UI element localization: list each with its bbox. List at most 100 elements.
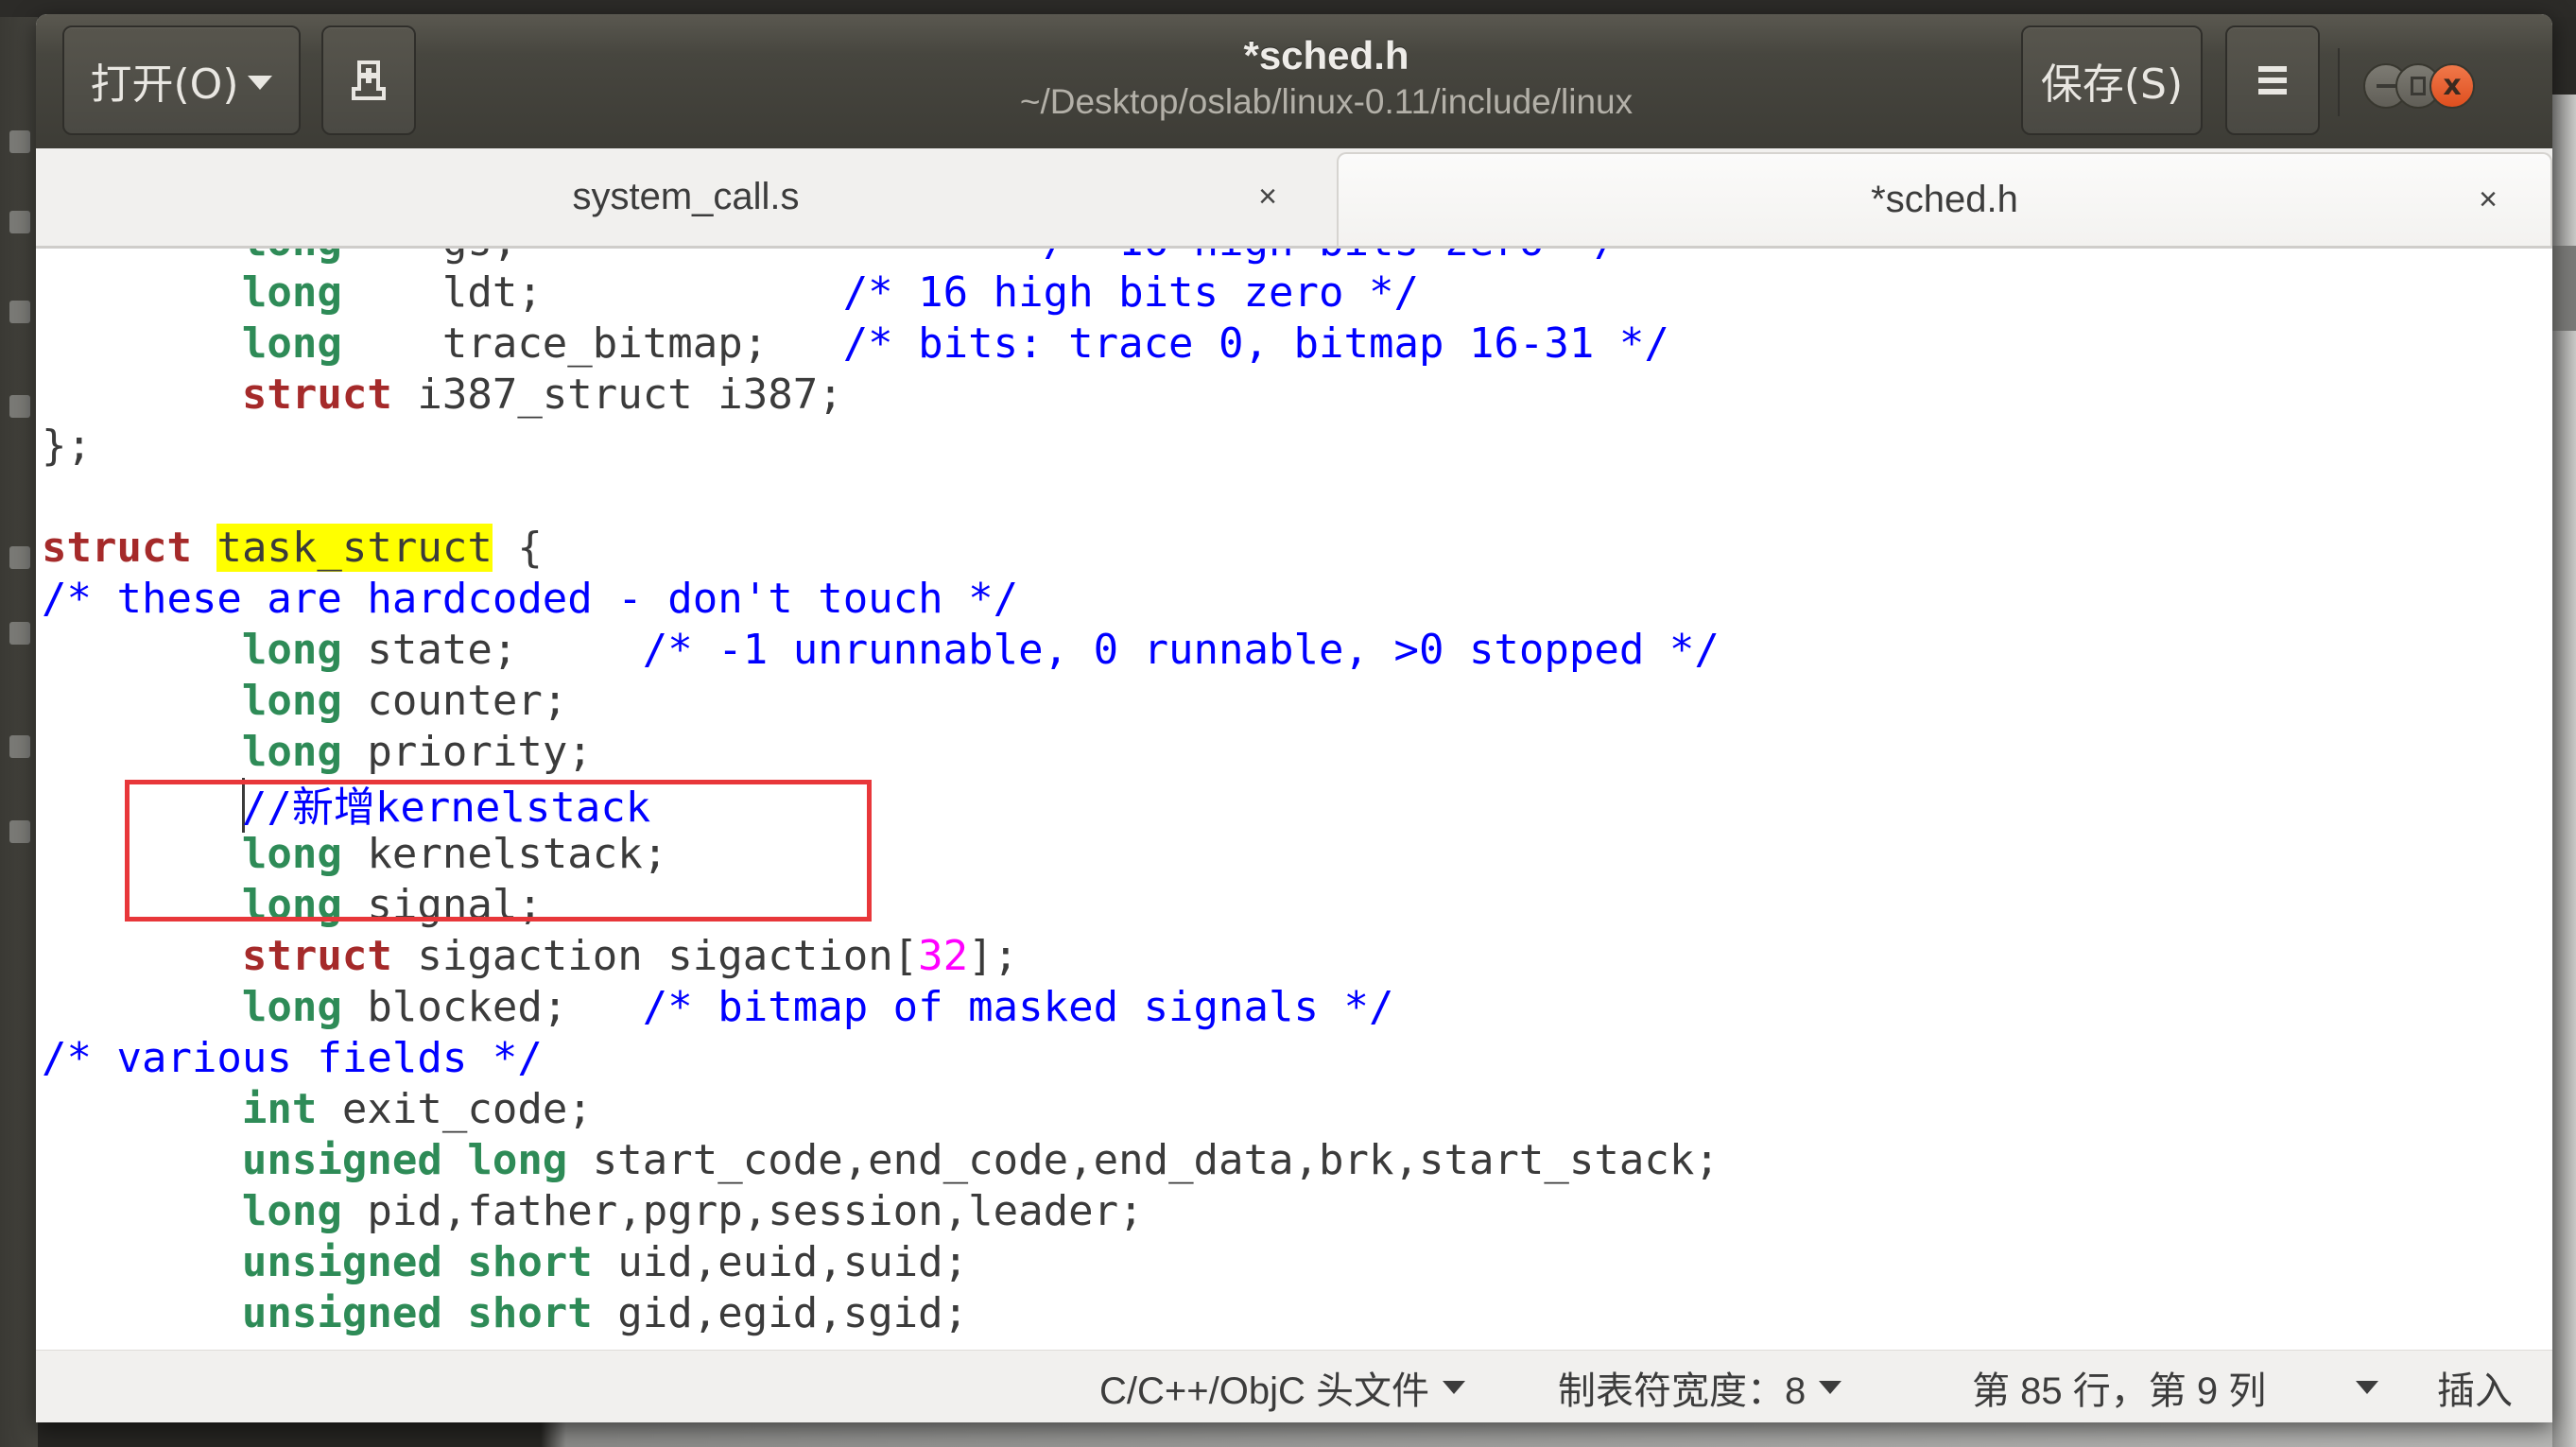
code-line[interactable]: long ldt; /* 16 high bits zero */: [42, 267, 1720, 319]
code-line[interactable]: long priority;: [42, 727, 1720, 778]
code-line[interactable]: long counter;: [42, 676, 1720, 727]
code-comment: /* bits: trace 0, bitmap 16-31 */: [842, 319, 1669, 368]
code-line[interactable]: /* these are hardcoded - don't touch */: [42, 574, 1720, 625]
code-line[interactable]: long blocked; /* bitmap of masked signal…: [42, 982, 1720, 1033]
dock-icon[interactable]: [9, 301, 30, 323]
background-window-edge: [2552, 95, 2576, 1447]
dock-icon[interactable]: [9, 211, 30, 233]
menu-button[interactable]: [2225, 26, 2320, 135]
code-token: blocked;: [341, 983, 643, 1031]
minimize-icon: [2377, 84, 2395, 88]
chevron-down-icon: [2356, 1380, 2378, 1394]
code-line[interactable]: long signal;: [42, 880, 1720, 931]
code-line[interactable]: long trace_bitmap; /* bits: trace 0, bit…: [42, 319, 1720, 370]
dock-icon[interactable]: [9, 735, 30, 758]
code-line[interactable]: unsigned short uid,euid,suid;: [42, 1237, 1720, 1288]
code-line[interactable]: unsigned long start_code,end_code,end_da…: [42, 1135, 1720, 1186]
code-text[interactable]: long gs; /* 16 high bits zero */ long ld…: [42, 249, 1720, 1339]
chevron-down-icon: [1442, 1380, 1465, 1394]
status-bar: C/C++/ObjC 头文件 制表符宽度：8 第 85 行，第 9 列 插入: [36, 1350, 2552, 1422]
tab-bar: system_call.s × *sched.h ×: [36, 148, 2552, 249]
open-label: 打开(O): [90, 60, 239, 109]
code-line[interactable]: //新增kernelstack: [42, 778, 1720, 833]
code-line[interactable]: struct i387_struct i387;: [42, 370, 1720, 421]
code-line[interactable]: long kernelstack;: [42, 829, 1720, 880]
dock-icon[interactable]: [9, 622, 30, 645]
tab-width-label: 制表符宽度：8: [1558, 1369, 1807, 1412]
tab-sched-h[interactable]: *sched.h ×: [1337, 152, 2552, 246]
desktop-bottom-edge: [38, 1422, 2552, 1447]
code-token: exit_code;: [317, 1085, 593, 1133]
code-keyword: long: [241, 830, 342, 878]
code-token: counter;: [341, 677, 568, 725]
dock-icon[interactable]: [9, 546, 30, 569]
save-button[interactable]: 保存(S): [2021, 26, 2203, 135]
code-keyword: long: [241, 1187, 342, 1235]
dock-icon[interactable]: [9, 395, 30, 418]
code-comment: /* these are hardcoded - don't touch */: [42, 575, 1019, 623]
code-token: gs;: [342, 249, 1044, 266]
code-keyword: struct: [42, 524, 192, 572]
code-token: };: [42, 422, 92, 470]
code-line[interactable]: [42, 472, 1720, 523]
code-keyword: struct: [241, 932, 392, 980]
code-keyword: long: [241, 626, 342, 674]
code-line[interactable]: };: [42, 421, 1720, 472]
tab-close-icon[interactable]: ×: [1258, 179, 1277, 215]
tab-label: *sched.h: [1871, 179, 2018, 220]
launcher-dock: [0, 17, 38, 1447]
language-selector[interactable]: C/C++/ObjC 头文件: [1099, 1351, 1465, 1422]
insert-mode-label: 插入: [2437, 1369, 2513, 1412]
code-line[interactable]: int exit_code;: [42, 1084, 1720, 1135]
code-token: uid,euid,suid;: [592, 1238, 969, 1286]
code-keyword: long: [241, 268, 342, 317]
maximize-icon: [2411, 77, 2426, 95]
code-line[interactable]: struct sigaction sigaction[32];: [42, 931, 1720, 982]
code-token: sigaction sigaction[: [391, 932, 919, 980]
header-separator: [2338, 48, 2340, 116]
insert-mode-indicator[interactable]: 插入: [2437, 1351, 2513, 1422]
code-comment: /* various fields */: [42, 1034, 543, 1082]
cursor-position[interactable]: 第 85 行，第 9 列: [1972, 1351, 2266, 1422]
code-token: kernelstack;: [341, 830, 668, 878]
code-keyword: struct: [241, 370, 392, 419]
code-keyword: long: [241, 728, 342, 776]
chevron-down-icon: [1819, 1380, 1842, 1394]
new-document-button[interactable]: [321, 26, 416, 135]
tab-close-icon[interactable]: ×: [2479, 181, 2498, 218]
code-token: gid,egid,sgid;: [592, 1289, 969, 1337]
tab-system-call-s[interactable]: system_call.s ×: [36, 148, 1336, 246]
code-editor[interactable]: long gs; /* 16 high bits zero */ long ld…: [36, 249, 2552, 1350]
code-keyword: unsigned short: [241, 1238, 593, 1286]
code-token: signal;: [341, 881, 543, 929]
dock-icon[interactable]: [9, 130, 30, 153]
code-line[interactable]: long pid,father,pgrp,session,leader;: [42, 1186, 1720, 1237]
code-line[interactable]: /* various fields */: [42, 1033, 1720, 1084]
open-button[interactable]: 打开(O): [62, 26, 301, 135]
dock-icon[interactable]: [9, 820, 30, 843]
code-line[interactable]: unsigned short gid,egid,sgid;: [42, 1288, 1720, 1339]
code-line[interactable]: long gs; /* 16 high bits zero */: [42, 249, 1720, 267]
tab-width-selector[interactable]: 制表符宽度：8: [1558, 1351, 1842, 1422]
code-line[interactable]: long state; /* -1 unrunnable, 0 runnable…: [42, 625, 1720, 676]
save-label: 保存(S): [2040, 60, 2184, 109]
code-token: state;: [341, 626, 643, 674]
close-window-button[interactable]: x: [2429, 63, 2475, 109]
code-number: 32: [918, 932, 969, 980]
language-label: C/C++/ObjC 头文件: [1099, 1369, 1429, 1412]
close-icon: x: [2443, 69, 2462, 102]
position-dropdown[interactable]: [2343, 1351, 2378, 1422]
chevron-down-icon: [248, 75, 273, 90]
code-line[interactable]: struct task_struct {: [42, 523, 1720, 574]
code-keyword: unsigned long: [241, 1136, 568, 1184]
